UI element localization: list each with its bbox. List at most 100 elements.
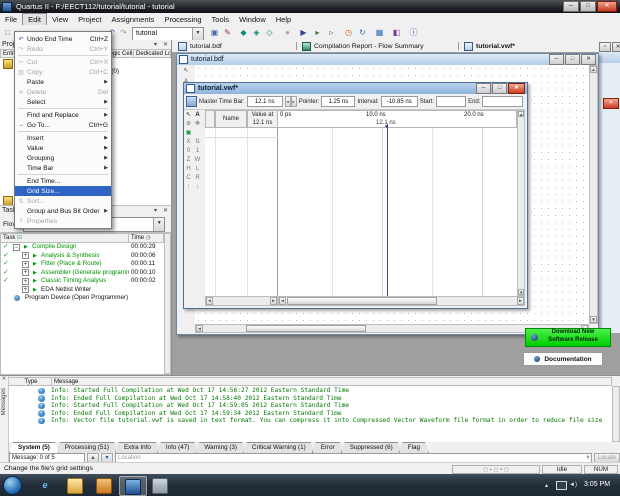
menu-item-undo-end-time[interactable]: ↶ Undo End TimeCtrl+Z	[15, 34, 111, 44]
task-row[interactable]: Program Device (Open Programmer)	[1, 294, 164, 303]
tab-error[interactable]: Error	[312, 442, 344, 453]
menu-edit[interactable]: Edit	[22, 13, 47, 26]
message-row[interactable]: i Info: Ended Full Compilation at Wed Oc…	[9, 410, 609, 418]
message-row[interactable]: i Info: Vector file tutorial.vwf is save…	[9, 417, 609, 425]
waveform-canvas[interactable]	[278, 128, 517, 296]
zoom-tool-icon[interactable]: ⊕	[184, 120, 193, 129]
menu-help[interactable]: Help	[271, 14, 296, 25]
expand-icon[interactable]: +	[22, 261, 29, 268]
task-row[interactable]: ✓ + ▶ Analysis & Synthesis 00:00:06	[1, 252, 164, 261]
title-bar[interactable]: Quartus II - F:/EECT112/tutorial/tutoria…	[0, 0, 620, 13]
cursor-tool-icon[interactable]: ↖	[182, 67, 191, 76]
panel-close-icon[interactable]: ✕	[160, 207, 171, 214]
full-screen-icon[interactable]: ▣	[184, 129, 193, 138]
chevron-down-icon[interactable]: ▼	[585, 455, 591, 461]
task-row[interactable]: ✓ + ▶ Classic Timing Analysis 00:00:02	[1, 277, 164, 286]
task-row[interactable]: ✓ + ▶ Assembler (Generate programming fi…	[1, 269, 164, 278]
taskbar-active-app[interactable]	[119, 476, 147, 496]
tab-system[interactable]: System (5)	[9, 442, 59, 453]
menu-item-go-to[interactable]: → Go To...Ctrl+G	[15, 120, 111, 130]
menu-file[interactable]: File	[0, 14, 22, 25]
maximize-button[interactable]: □	[580, 1, 596, 12]
bdf-vertical-scrollbar[interactable]: ▲ ▼	[589, 65, 598, 324]
minimize-button[interactable]: ─	[563, 1, 579, 12]
menu-item-group-bus-bit-order[interactable]: Group and Bus Bit Order▶	[15, 206, 111, 216]
text-tool-icon[interactable]: A	[193, 111, 202, 120]
menu-item-insert[interactable]: Insert▶	[15, 133, 111, 143]
tray-volume-icon[interactable]: ◄)	[569, 482, 577, 488]
expand-icon[interactable]: +	[22, 252, 29, 259]
menu-processing[interactable]: Processing	[159, 14, 206, 25]
download-software-button[interactable]: Download New Software Release	[525, 328, 611, 347]
start-button[interactable]	[3, 476, 22, 495]
project-combobox[interactable]: tutorial ▼	[132, 27, 204, 41]
minimize-button[interactable]: ─	[549, 54, 564, 65]
bdf-window-titlebar[interactable]: tutorial.bdf ─ □ ✕	[177, 54, 598, 65]
tab-warning[interactable]: Warning (3)	[195, 442, 246, 453]
tab-flag[interactable]: Flag	[399, 442, 429, 453]
name-column-header[interactable]: Name	[215, 110, 247, 128]
signal-name-pane[interactable]	[205, 128, 278, 296]
menu-item-select[interactable]: Select▶	[15, 97, 111, 107]
pan-tool-icon[interactable]: ✥	[193, 120, 202, 129]
tray-network-icon[interactable]	[556, 481, 567, 490]
chevron-down-icon[interactable]: ▼	[153, 218, 164, 231]
menu-item-grouping[interactable]: Grouping▶	[15, 153, 111, 163]
tab-extra-info[interactable]: Extra Info	[115, 442, 160, 453]
panel-close-icon[interactable]: ✕	[0, 376, 8, 382]
taskbar-clock[interactable]: 3:05 PM	[584, 481, 610, 488]
spin-right-icon[interactable]: ▸	[291, 96, 297, 107]
documentation-button[interactable]: Documentation	[523, 352, 603, 366]
simulate-icon[interactable]: ↻	[357, 27, 368, 38]
select-frame-icon[interactable]: ▣	[209, 27, 220, 38]
assignment-editor-icon[interactable]: ◆	[238, 27, 249, 38]
column-task[interactable]: Task ☑	[1, 233, 129, 243]
column-time[interactable]: Time ◷	[129, 233, 164, 243]
menu-item-find-replace[interactable]: Find and Replace▶	[15, 110, 111, 120]
taskbar-app-icon[interactable]	[96, 478, 112, 494]
column-dedicated-logic[interactable]: Dedicated Logic Registers	[134, 49, 171, 58]
tab-info[interactable]: Info (47)	[157, 442, 198, 453]
selection-tool-icon[interactable]: ↖	[184, 111, 193, 120]
menu-project[interactable]: Project	[73, 14, 106, 25]
task-row[interactable]: + ▶ EDA Netlist Writer	[1, 286, 164, 295]
vwf-vertical-scrollbar[interactable]: ▲ ▼	[517, 110, 525, 296]
menu-item-value[interactable]: Value▶	[15, 143, 111, 153]
message-row[interactable]: i Info: Ended Full Compilation at Wed Oc…	[9, 395, 609, 403]
panel-menu-icon[interactable]: ▾	[151, 207, 160, 214]
mdi-close-icon[interactable]: ✕	[612, 42, 620, 52]
settings-icon[interactable]: ◇	[264, 27, 275, 38]
expand-icon[interactable]: +	[22, 286, 29, 293]
mdi-restore-icon[interactable]: ▫	[599, 42, 611, 52]
maximize-button[interactable]: □	[492, 83, 507, 94]
column-type[interactable]: Type	[9, 377, 52, 386]
snap-grid-icon[interactable]	[186, 96, 197, 107]
chevron-down-icon[interactable]: ▼	[192, 28, 203, 40]
taskbar-explorer-icon[interactable]	[67, 478, 83, 494]
expand-icon[interactable]: +	[22, 278, 29, 285]
taskbar-ie-icon[interactable]: e	[38, 478, 52, 492]
taskbar-app2-icon[interactable]	[152, 478, 168, 494]
close-button[interactable]: ✕	[581, 54, 596, 65]
wave-pane-scrollbar[interactable]: ◄ ►	[278, 296, 525, 306]
menu-item-time-bar[interactable]: Time Bar▶	[15, 163, 111, 173]
expand-icon[interactable]: +	[22, 269, 29, 276]
tab-compilation-report[interactable]: Compilation Report - Flow Summary	[302, 41, 424, 51]
timing-icon[interactable]: ◷	[343, 27, 354, 38]
tab-tutorial-vwf[interactable]: tutorial.vwf*	[464, 41, 515, 51]
vwf-window-titlebar[interactable]: tutorial.vwf* ─ □ ✕	[184, 83, 527, 94]
tasks-scrollbar[interactable]	[164, 233, 171, 374]
message-row[interactable]: i Info: Started Full Compilation at Wed …	[9, 402, 609, 410]
tab-suppressed[interactable]: Suppressed (6)	[341, 442, 402, 453]
new-file-icon[interactable]: □	[2, 27, 13, 38]
tab-processing[interactable]: Processing (51)	[56, 442, 118, 453]
master-time-marker-line[interactable]	[387, 124, 388, 296]
pin-planner-icon[interactable]: ◈	[251, 27, 262, 38]
panel-close-icon[interactable]: ✕	[160, 41, 171, 48]
pencil-icon[interactable]: ✎	[222, 27, 233, 38]
tab-critical-warning[interactable]: Critical Warning (1)	[243, 442, 315, 453]
menu-item-grid-size[interactable]: Grid Size...	[15, 186, 111, 196]
maximize-button[interactable]: □	[565, 54, 580, 65]
task-row[interactable]: ✓ − ▶ Compile Design 00:00:29	[1, 243, 164, 252]
fragment-close-icon[interactable]: ✕	[603, 98, 619, 109]
